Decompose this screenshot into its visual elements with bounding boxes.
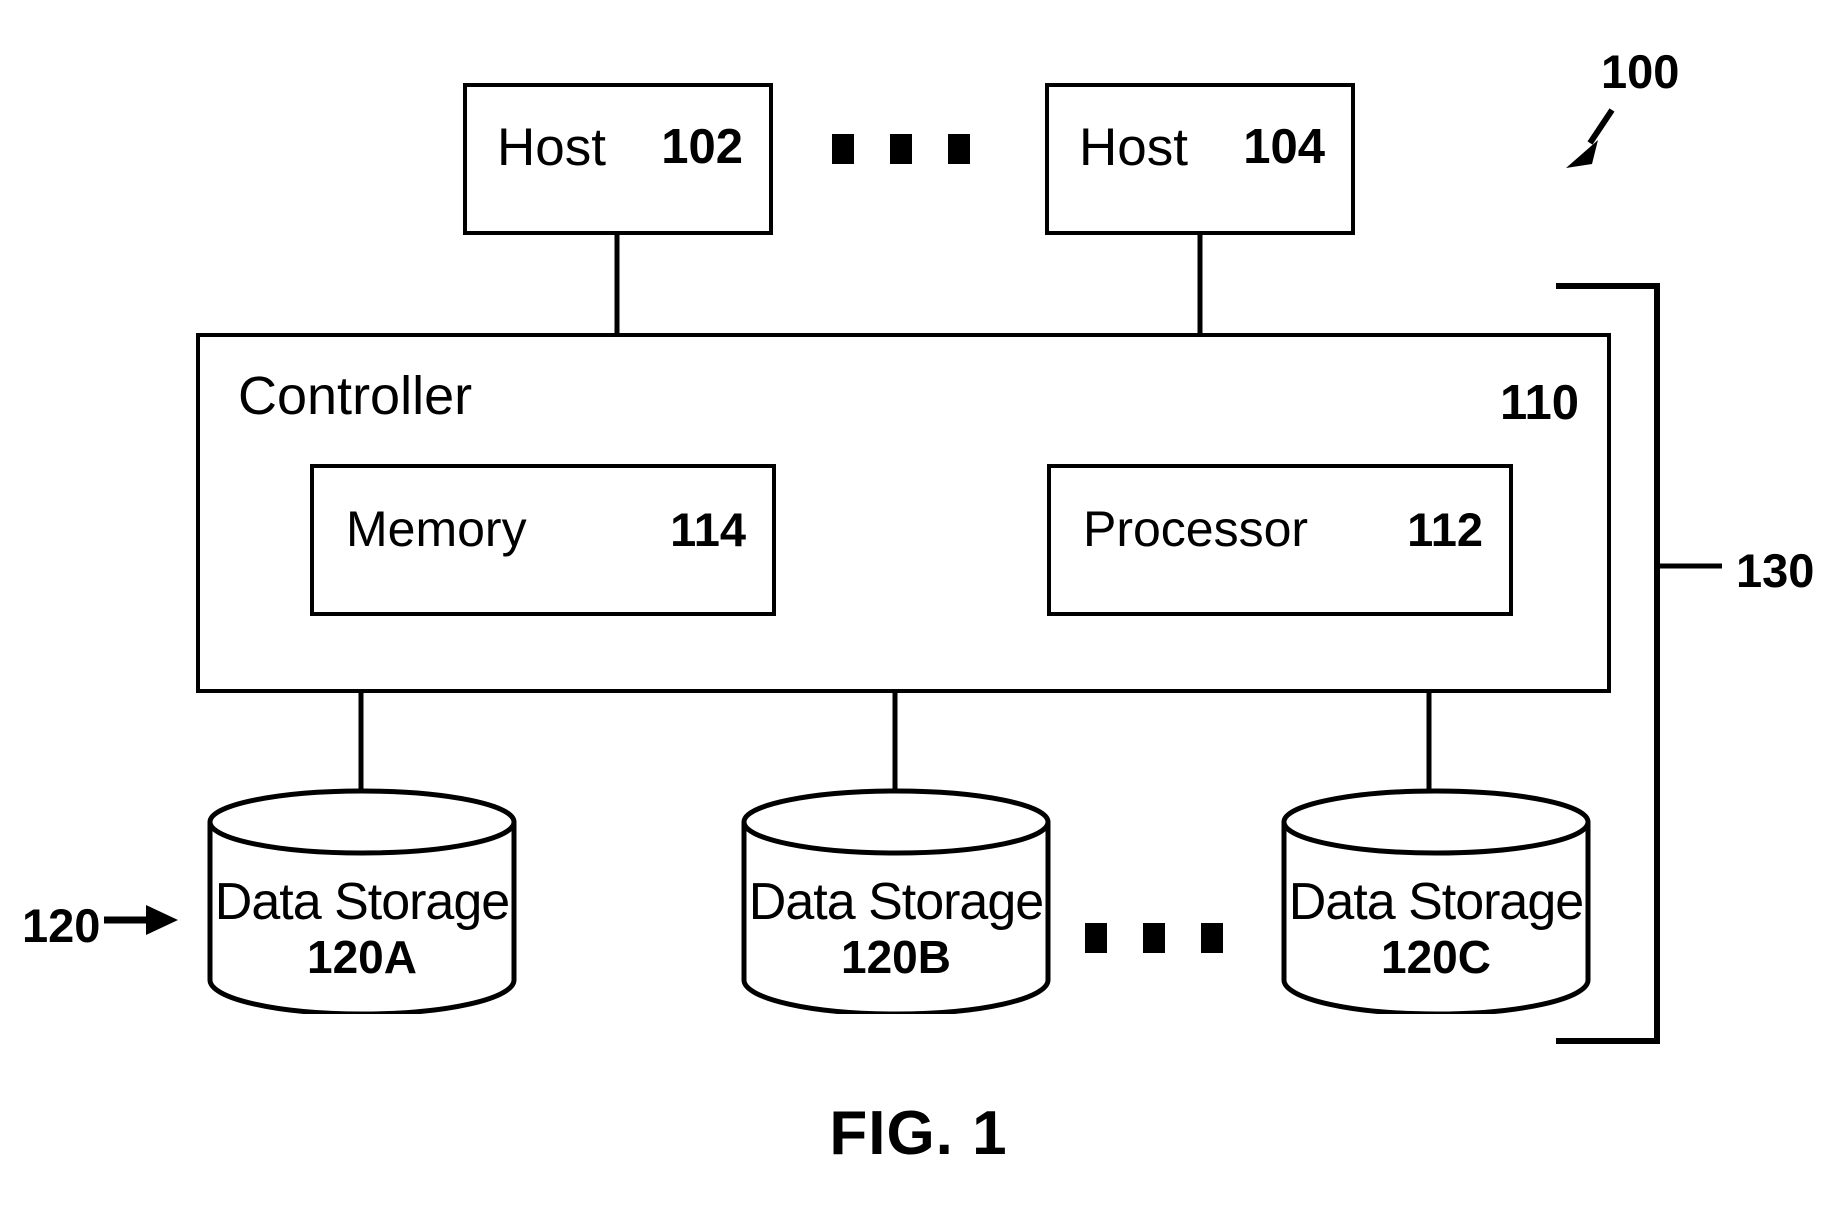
reference-numeral-120: 120 <box>22 899 101 952</box>
ellipsis-square <box>1085 923 1107 953</box>
ellipsis-square <box>1143 923 1165 953</box>
ellipsis-square <box>1201 923 1223 953</box>
data-storage-120B-ref: 120B <box>841 931 951 983</box>
arrow-120 <box>104 905 178 935</box>
data-storage-120C-label: Data Storage <box>1288 873 1584 931</box>
storage-ellipsis-dots <box>1085 923 1223 953</box>
memory-ref: 114 <box>670 503 746 556</box>
controller-label: Controller <box>238 366 473 426</box>
ellipsis-square <box>948 134 970 164</box>
data-storage-120B-label: Data Storage <box>748 873 1044 931</box>
host-ellipsis-dots <box>832 134 970 164</box>
host-box-102: Host 102 <box>463 83 773 235</box>
host-102-ref: 102 <box>661 120 743 174</box>
host-box-104: Host 104 <box>1045 83 1355 235</box>
arrow-100 <box>1566 108 1615 168</box>
host-102-label: Host <box>497 118 606 177</box>
data-storage-cylinder-120A: Data Storage 120A <box>206 788 518 1014</box>
ellipsis-square <box>890 134 912 164</box>
data-storage-120C-ref: 120C <box>1381 931 1491 983</box>
figure-caption: FIG. 1 <box>829 1099 1008 1168</box>
processor-box: Processor 112 <box>1047 464 1513 616</box>
data-storage-120A-label: Data Storage <box>214 873 510 931</box>
processor-label: Processor <box>1083 501 1309 557</box>
data-storage-cylinder-120C: Data Storage 120C <box>1280 788 1592 1014</box>
reference-numeral-100: 100 <box>1601 45 1680 98</box>
data-storage-cylinder-120B: Data Storage 120B <box>740 788 1052 1014</box>
controller-ref: 110 <box>1499 376 1579 430</box>
memory-box: Memory 114 <box>310 464 776 616</box>
memory-label: Memory <box>346 501 527 557</box>
data-storage-120A-ref: 120A <box>307 931 417 983</box>
host-104-ref: 104 <box>1243 120 1325 174</box>
patent-figure-1: Host 102 Host 104 Controller 110 Memory … <box>0 0 1837 1228</box>
host-104-label: Host <box>1079 118 1188 177</box>
ellipsis-square <box>832 134 854 164</box>
reference-numeral-130: 130 <box>1736 544 1815 597</box>
processor-ref: 112 <box>1407 503 1483 556</box>
